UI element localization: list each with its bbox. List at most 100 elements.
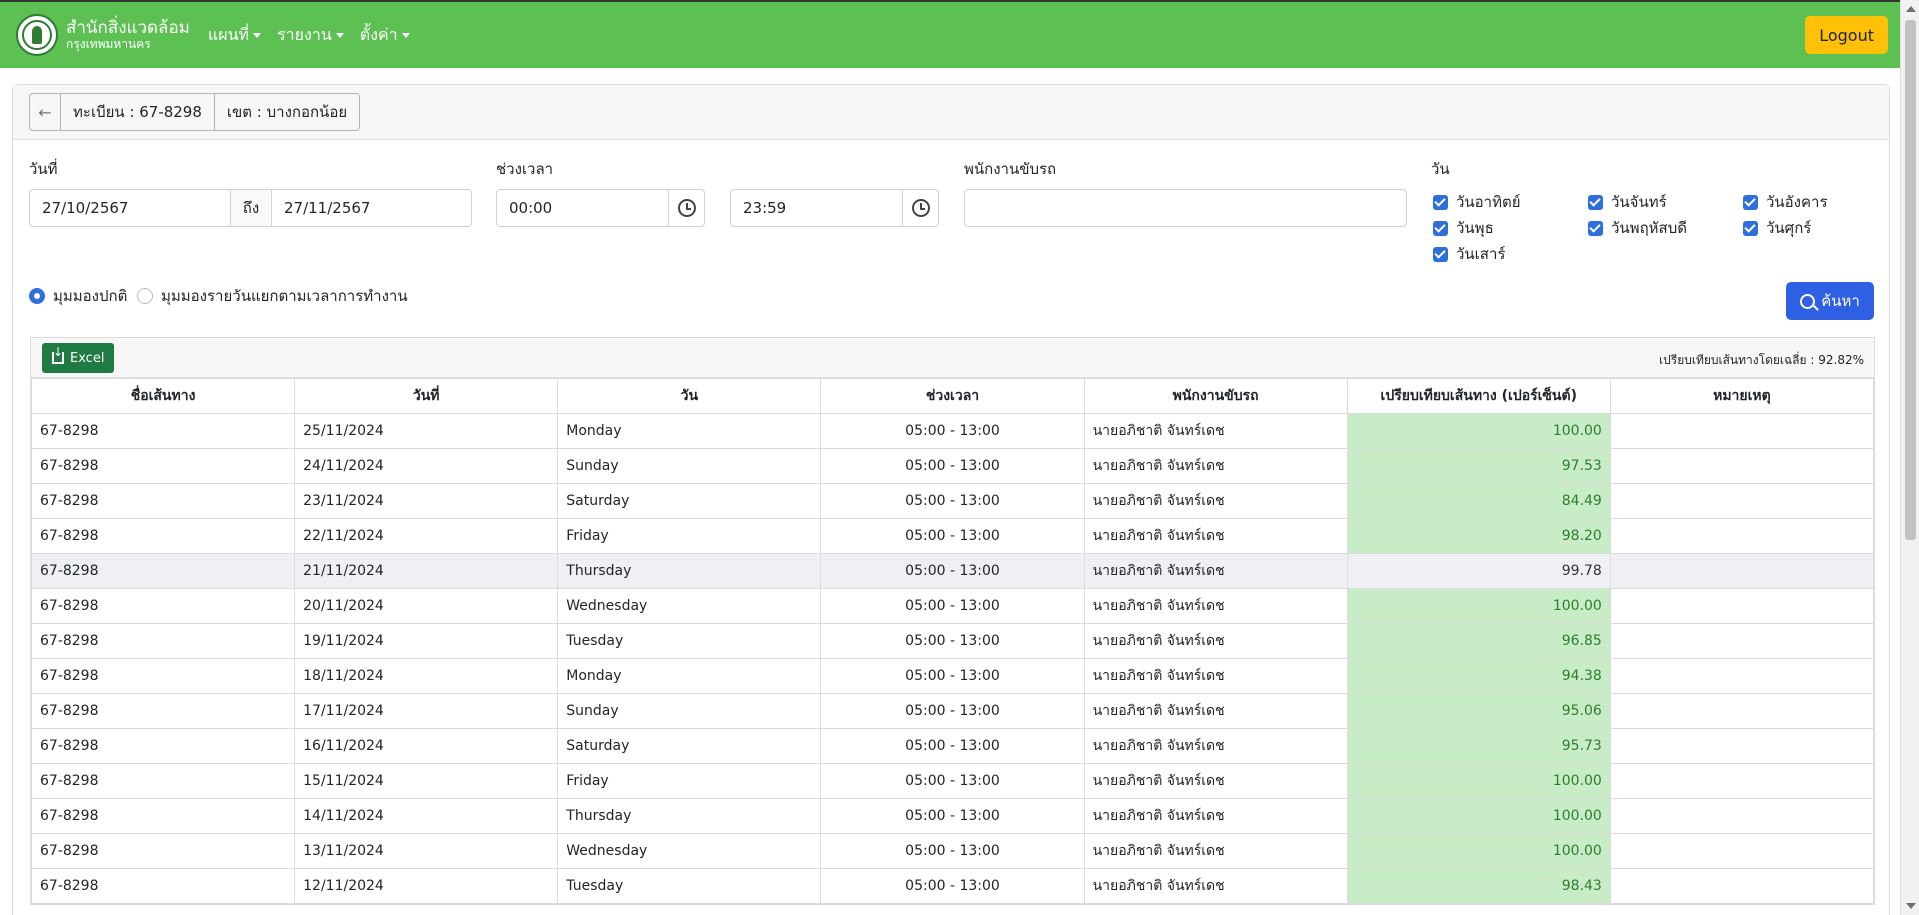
day-checkbox-sunday[interactable]: วันอาทิตย์ [1433,190,1521,214]
cell-date: 21/11/2024 [294,553,559,589]
cell-route: 67-8298 [30,833,296,869]
table-row[interactable]: 67-8298 24/11/2024 Sunday 05:00 - 13:00 นายอ… [30,448,1875,484]
day-checkbox-tuesday[interactable]: วันอังคาร [1743,190,1828,214]
plate-label: ทะเบียน : 67-8298 [61,94,215,130]
column-header[interactable]: ชื่อเส้นทาง [30,378,296,414]
view-daily-radio[interactable]: มุมมองรายวันแยกตามเวลาการทำงาน [137,284,408,308]
column-header[interactable]: วันที่ [294,378,559,414]
checkbox-label: วันจันทร์ [1611,193,1667,211]
day-checkbox-thursday[interactable]: วันพฤหัสบดี [1588,216,1687,240]
cell-route: 67-8298 [30,483,296,519]
table-row[interactable]: 67-8298 22/11/2024 Friday 05:00 - 13:00 นายอ… [30,518,1875,554]
cell-route: 67-8298 [30,658,296,694]
view-normal-radio[interactable]: มุมมองปกติ [29,284,127,308]
cell-date: 16/11/2024 [294,728,559,764]
column-header[interactable]: ช่วงเวลา [820,378,1085,414]
checkbox-checked-icon [1433,246,1448,262]
nav-item-report[interactable]: รายงาน [277,23,344,48]
nav-item-map[interactable]: แผนที่ [207,23,262,48]
table-row[interactable]: 67-8298 13/11/2024 Wednesday 05:00 - 13:00 น… [30,833,1875,869]
time-from-group: 00:00 [496,189,705,227]
time-to-input[interactable]: 23:59 [730,189,903,227]
cell-driver: นายอภิชาติ จันทร์เดช [1083,833,1348,869]
time-label: ช่วงเวลา [496,160,554,178]
time-to-picker[interactable] [903,189,939,227]
cell-pct: 97.53 [1346,448,1611,484]
nav-item-settings[interactable]: ตั้งค่า [360,23,410,48]
back-button[interactable]: ← [30,94,61,130]
cell-day: Monday [557,658,822,694]
cell-note [1609,413,1875,449]
cell-pct: 98.43 [1346,868,1611,904]
cell-pct: 100.00 [1346,833,1611,869]
table-row[interactable]: 67-8298 25/11/2024 Monday 05:00 - 13:00 นายอ… [30,413,1875,449]
caret-down-icon [401,32,410,38]
nav-item-label: แผนที่ [207,24,250,44]
cell-driver: นายอภิชาติ จันทร์เดช [1083,798,1348,834]
cell-route: 67-8298 [30,448,296,484]
time-from-input[interactable]: 00:00 [496,189,669,227]
table-row[interactable]: 67-8298 12/11/2024 Tuesday 05:00 - 13:00 นาย… [30,868,1875,904]
date-to-input[interactable]: 27/11/2567 [272,189,472,227]
arrow-left-icon: ← [38,102,52,122]
day-checkbox-monday[interactable]: วันจันทร์ [1588,190,1667,214]
cell-route: 67-8298 [30,623,296,659]
cell-pct: 100.00 [1346,798,1611,834]
date-to-separator: ถึง [231,189,272,227]
table-row[interactable]: 67-8298 14/11/2024 Thursday 05:00 - 13:00 นา… [30,798,1875,834]
cell-route: 67-8298 [30,728,296,764]
cell-date: 22/11/2024 [294,518,559,554]
cell-note [1609,553,1875,589]
download-icon [52,345,64,364]
day-checkbox-saturday[interactable]: วันเสาร์ [1433,242,1505,266]
cell-driver: นายอภิชาติ จันทร์เดช [1083,588,1348,624]
time-from-picker[interactable] [669,189,705,227]
cell-time: 05:00 - 13:00 [820,623,1085,659]
column-header[interactable]: วัน [557,378,822,414]
brand[interactable]: สำนักสิ่งแวดล้อม กรุงเทพมหานคร [66,19,190,51]
scroll-thumb[interactable] [1905,20,1916,540]
cell-date: 18/11/2024 [294,658,559,694]
cell-date: 13/11/2024 [294,833,559,869]
date-range-group: 27/10/2567 ถึง 27/11/2567 [29,189,472,227]
cell-route: 67-8298 [30,868,296,904]
report-card: ← ทะเบียน : 67-8298 เขต : บางกอกน้อย วัน… [12,84,1890,915]
cell-date: 12/11/2024 [294,868,559,904]
cell-note [1609,798,1875,834]
page-scrollbar[interactable] [1900,0,1919,915]
scroll-down-arrow-icon[interactable] [1906,903,1916,909]
cell-note [1609,833,1875,869]
column-header[interactable]: เปรียบเทียบเส้นทาง (เปอร์เซ็นต์) [1346,378,1611,414]
table-row[interactable]: 67-8298 16/11/2024 Saturday 05:00 - 13:00 นา… [30,728,1875,764]
search-button[interactable]: ค้นหา [1786,282,1874,320]
table-row[interactable]: 67-8298 18/11/2024 Monday 05:00 - 13:00 นายอ… [30,658,1875,694]
cell-note [1609,518,1875,554]
driver-input[interactable] [964,189,1407,227]
column-header[interactable]: หมายเหตุ [1609,378,1875,414]
day-checkbox-friday[interactable]: วันศุกร์ [1743,216,1811,240]
checkbox-label: วันอาทิตย์ [1456,193,1521,211]
table-row[interactable]: 67-8298 17/11/2024 Sunday 05:00 - 13:00 นายอ… [30,693,1875,729]
table-row[interactable]: 67-8298 21/11/2024 Thursday 05:00 - 13:00 นา… [30,553,1875,589]
table-row[interactable]: 67-8298 20/11/2024 Wednesday 05:00 - 13:00 น… [30,588,1875,624]
column-header[interactable]: พนักงานขับรถ [1083,378,1348,414]
cell-date: 20/11/2024 [294,588,559,624]
date-from-input[interactable]: 27/10/2567 [29,189,231,227]
table-row[interactable]: 67-8298 23/11/2024 Saturday 05:00 - 13:00 นา… [30,483,1875,519]
cell-driver: นายอภิชาติ จันทร์เดช [1083,658,1348,694]
cell-route: 67-8298 [30,798,296,834]
date-label: วันที่ [29,160,58,178]
excel-export-button[interactable]: Excel [42,343,115,373]
table-row[interactable]: 67-8298 19/11/2024 Tuesday 05:00 - 13:00 นาย… [30,623,1875,659]
cell-time: 05:00 - 13:00 [820,833,1085,869]
checkbox-checked-icon [1433,220,1448,236]
cell-date: 19/11/2024 [294,623,559,659]
nav-menu: แผนที่ รายงาน ตั้งค่า [208,23,410,48]
logout-button[interactable]: Logout [1805,16,1888,54]
table-row[interactable]: 67-8298 15/11/2024 Friday 05:00 - 13:00 นายอ… [30,763,1875,799]
cell-note [1609,448,1875,484]
cell-pct: 94.38 [1346,658,1611,694]
day-checkbox-wednesday[interactable]: วันพุธ [1433,216,1494,240]
scroll-up-arrow-icon[interactable] [1906,6,1916,12]
card-header: ← ทะเบียน : 67-8298 เขต : บางกอกน้อย [13,85,1889,140]
